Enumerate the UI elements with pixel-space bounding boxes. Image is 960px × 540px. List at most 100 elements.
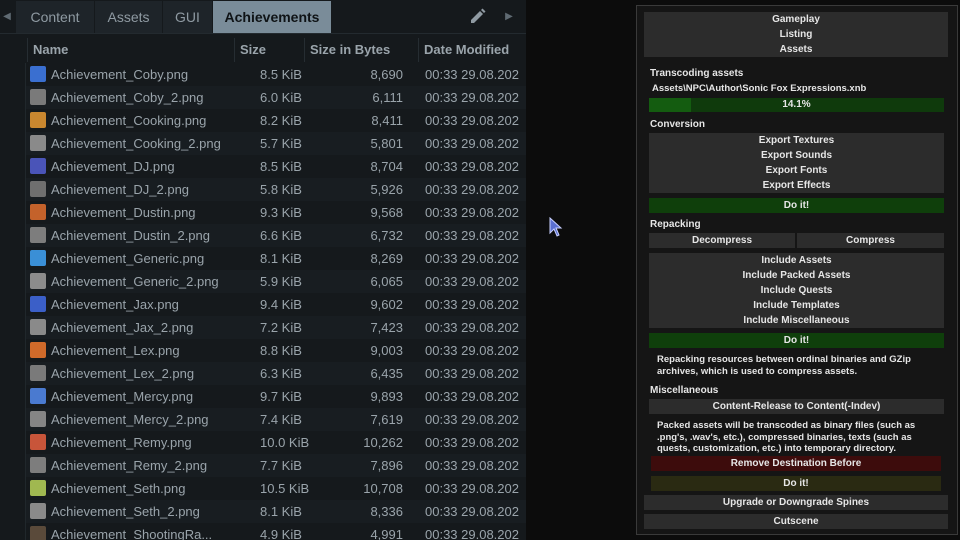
file-row[interactable]: Achievement_Dustin.png 9.3 KiB 9,568 00:33 … [26,201,526,224]
image-file-icon [30,434,46,450]
file-row[interactable]: Achievement_Coby_2.png 6.0 KiB 6,111 00:33 … [26,86,526,109]
conversion-title: Conversion [650,119,706,130]
chevron-right-icon[interactable]: ▶ [502,0,516,33]
file-date-modified: 00:33 29.08.202 [425,504,519,519]
file-size: 6.3 KiB [260,366,302,381]
file-row[interactable]: Achievement_Jax.png 9.4 KiB 9,602 00:33 29.… [26,293,526,316]
include-packed-assets-button[interactable]: Include Packed Assets [649,268,944,283]
image-file-icon [30,89,46,105]
image-file-icon [30,503,46,519]
file-size: 6.0 KiB [260,90,302,105]
file-size: 9.7 KiB [260,389,302,404]
tab-assets[interactable]: Assets [95,1,162,33]
file-row[interactable]: Achievement_Mercy_2.png 7.4 KiB 7,619 00:33… [26,408,526,431]
file-date-modified: 00:33 29.08.202 [425,159,519,174]
export-sounds-button[interactable]: Export Sounds [649,148,944,163]
file-name: Achievement_Lex.png [51,343,180,358]
file-size: 5.8 KiB [260,182,302,197]
file-name: Achievement_Seth_2.png [51,504,200,519]
file-name: Achievement_DJ.png [51,159,175,174]
chevron-left-icon[interactable]: ◀ [0,0,14,33]
column-size-bytes[interactable]: Size in Bytes [305,38,419,62]
file-row[interactable]: Achievement_Lex_2.png 6.3 KiB 6,435 00:33 2… [26,362,526,385]
file-row[interactable]: Achievement_Cooking_2.png 5.7 KiB 5,801 00:… [26,132,526,155]
file-row[interactable]: Achievement_Generic_2.png 5.9 KiB 6,065 00:… [26,270,526,293]
progress-text: 14.1% [782,99,811,110]
file-row[interactable]: Achievement_Generic.png 8.1 KiB 8,269 00:33… [26,247,526,270]
file-row[interactable]: Achievement_Lex.png 8.8 KiB 9,003 00:33 29.… [26,339,526,362]
file-size-bytes: 9,003 [370,343,403,358]
upgrade-spines-button[interactable]: Upgrade or Downgrade Spines [644,495,948,510]
file-name: Achievement_Jax.png [51,297,179,312]
file-name: Achievement_ShootingRa... [51,527,213,540]
file-size-bytes: 6,732 [370,228,403,243]
file-date-modified: 00:33 29.08.202 [425,90,519,105]
left-gutter [0,63,26,540]
repacking-do-it-button[interactable]: Do it! [649,333,944,348]
file-name: Achievement_Dustin.png [51,205,196,220]
nav-assets[interactable]: Assets [644,42,948,57]
tab-content[interactable]: Content [16,1,94,33]
remove-destination-toggle[interactable]: Remove Destination Before [651,456,941,471]
export-effects-button[interactable]: Export Effects [649,178,944,193]
include-miscellaneous-button[interactable]: Include Miscellaneous [649,313,944,328]
column-date-modified[interactable]: Date Modified [419,38,526,62]
tab-achievements[interactable]: Achievements [213,1,331,33]
file-row[interactable]: Achievement_Remy.png 10.0 KiB 10,262 00:33 … [26,431,526,454]
column-name[interactable]: Name [28,38,235,62]
file-row[interactable]: Achievement_Dustin_2.png 6.6 KiB 6,732 00:3… [26,224,526,247]
file-size: 8.5 KiB [260,159,302,174]
file-size-bytes: 8,269 [370,251,403,266]
content-release-button[interactable]: Content-Release to Content(-Indev) [649,399,944,414]
file-row[interactable]: Achievement_Seth.png 10.5 KiB 10,708 00:33 … [26,477,526,500]
pencil-icon[interactable] [468,8,488,26]
include-quests-button[interactable]: Include Quests [649,283,944,298]
file-size: 10.5 KiB [260,481,310,496]
nav-gameplay[interactable]: Gameplay [644,12,948,27]
file-row[interactable]: Achievement_Jax_2.png 7.2 KiB 7,423 00:33 2… [26,316,526,339]
image-file-icon [30,250,46,266]
nav-listing[interactable]: Listing [644,27,948,42]
transcoding-progress-bar: 14.1% [649,98,944,112]
file-name: Achievement_Mercy.png [51,389,194,404]
export-textures-button[interactable]: Export Textures [649,133,944,148]
file-name: Achievement_Lex_2.png [51,366,195,381]
file-size-bytes: 7,619 [370,412,403,427]
file-row[interactable]: Achievement_Seth_2.png 8.1 KiB 8,336 00:33 … [26,500,526,523]
file-size: 8.1 KiB [260,251,302,266]
file-date-modified: 00:33 29.08.202 [425,481,519,496]
file-name: Achievement_Coby.png [51,67,189,82]
decompress-button[interactable]: Decompress [649,233,795,248]
image-file-icon [30,227,46,243]
column-spacer [0,38,28,62]
file-row[interactable]: Achievement_Mercy.png 9.7 KiB 9,893 00:33 2… [26,385,526,408]
file-size: 8.8 KiB [260,343,302,358]
nav-cutscene[interactable]: Cutscene [644,514,948,529]
export-fonts-button[interactable]: Export Fonts [649,163,944,178]
include-templates-button[interactable]: Include Templates [649,298,944,313]
file-date-modified: 00:33 29.08.202 [425,297,519,312]
file-name: Achievement_Generic.png [51,251,205,266]
file-row[interactable]: Achievement_Cooking.png 8.2 KiB 8,411 00:33… [26,109,526,132]
misc-do-it-button[interactable]: Do it! [651,476,941,491]
file-row[interactable]: Achievement_DJ.png 8.5 KiB 8,704 00:33 29.0… [26,155,526,178]
image-file-icon [30,112,46,128]
file-date-modified: 00:33 29.08.202 [425,412,519,427]
file-row[interactable]: Achievement_DJ_2.png 5.8 KiB 5,926 00:33 29… [26,178,526,201]
image-file-icon [30,181,46,197]
file-size: 4.9 KiB [260,527,302,540]
include-assets-button[interactable]: Include Assets [649,253,944,268]
compress-button[interactable]: Compress [797,233,944,248]
file-size-bytes: 4,991 [370,527,403,540]
column-size[interactable]: Size [235,38,305,62]
conversion-do-it-button[interactable]: Do it! [649,198,944,213]
image-file-icon [30,296,46,312]
tab-gui[interactable]: GUI [163,1,212,33]
file-name: Achievement_Jax_2.png [51,320,194,335]
file-date-modified: 00:33 29.08.202 [425,67,519,82]
file-row[interactable]: Achievement_Coby.png 8.5 KiB 8,690 00:33 29… [26,63,526,86]
file-size: 5.7 KiB [260,136,302,151]
image-file-icon [30,135,46,151]
file-row[interactable]: Achievement_ShootingRa... 4.9 KiB 4,991 00:… [26,523,526,540]
file-row[interactable]: Achievement_Remy_2.png 7.7 KiB 7,896 00:33 … [26,454,526,477]
